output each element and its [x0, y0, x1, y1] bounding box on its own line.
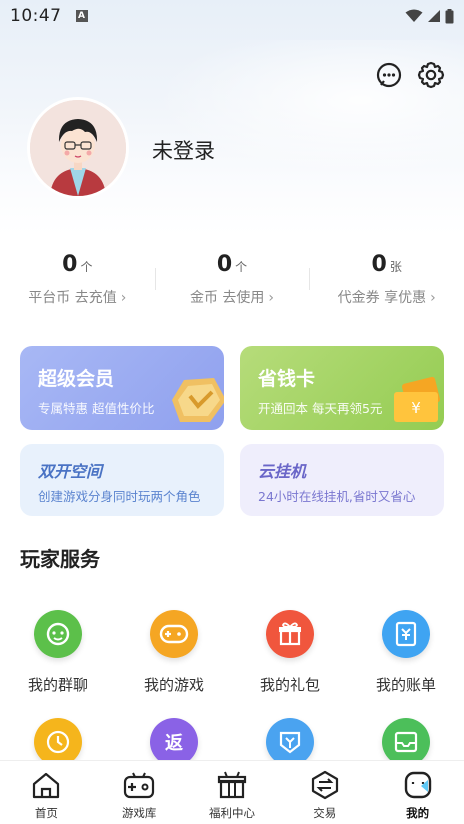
trade-icon — [309, 769, 341, 801]
section-title: 玩家服务 — [20, 547, 100, 571]
stat-label: 平台币 去充值 — [28, 290, 117, 306]
stat-unit: 张 — [389, 260, 402, 274]
card-title: 省钱卡 — [258, 368, 316, 390]
rebate-label: 返 — [165, 733, 183, 754]
service-item-rebate[interactable]: 返 — [116, 718, 232, 766]
rebate-icon: 返 — [150, 718, 198, 766]
nav-trade[interactable]: 交易 — [278, 761, 371, 824]
settings-gear-icon[interactable] — [416, 60, 446, 90]
stat-platform-coin[interactable]: 0个 平台币 去充值 › — [0, 252, 155, 316]
card-subtitle: 24小时在线挂机,省时又省心 — [258, 489, 416, 504]
username[interactable]: 未登录 — [152, 135, 215, 165]
stat-value: 0 — [62, 252, 78, 277]
card-subtitle: 专属特惠 超值性价比 — [38, 401, 155, 416]
service-my-group-chat[interactable]: 我的群聊 — [0, 610, 116, 695]
chevron-right-icon: › — [120, 290, 127, 306]
nav-label: 福利中心 — [208, 806, 255, 820]
stat-voucher[interactable]: 0张 代金券 享优惠 › — [309, 252, 464, 316]
stats-row: 0个 平台币 去充值 › 0个 金币 去使用 › 0张 代金券 享优惠 › — [0, 252, 464, 316]
nav-label: 交易 — [313, 806, 337, 820]
card-title: 云挂机 — [258, 462, 307, 481]
gift-icon — [266, 610, 314, 658]
home-icon — [30, 769, 62, 801]
nav-mine[interactable]: 我的 — [371, 761, 464, 824]
card-title: 双开空间 — [38, 462, 103, 481]
nav-label: 首页 — [34, 806, 58, 820]
money-saving-card[interactable]: 省钱卡 开通回本 每天再领5元 ¥ — [240, 346, 444, 430]
service-label: 我的账单 — [375, 676, 436, 694]
stat-value: 0 — [371, 252, 387, 277]
chevron-right-icon: › — [430, 290, 436, 306]
stat-unit: 个 — [80, 260, 93, 274]
welfare-gift-icon — [216, 769, 248, 801]
card-title: 超级会员 — [38, 368, 115, 390]
chat-group-icon — [34, 610, 82, 658]
status-time: 10:47 — [10, 6, 62, 26]
card-subtitle: 开通回本 每天再领5元 — [258, 401, 383, 416]
stat-value: 0 — [216, 252, 233, 277]
cloud-hosting-card[interactable]: 云挂机 24小时在线挂机,省时又省心 — [240, 444, 444, 516]
mine-icon — [402, 769, 434, 801]
service-item-7[interactable] — [232, 718, 348, 766]
nav-game-library[interactable]: 游戏库 — [93, 761, 186, 824]
services-row-2: 返 — [0, 718, 464, 766]
coupon-down-icon — [266, 718, 314, 766]
bottom-nav: 首页 游戏库 福利中心 交易 我的 — [0, 760, 464, 824]
svg-text:¥: ¥ — [411, 399, 421, 417]
nav-label: 我的 — [406, 806, 430, 820]
stat-unit: 个 — [235, 260, 248, 274]
service-label: 我的礼包 — [259, 676, 320, 694]
nav-home[interactable]: 首页 — [0, 761, 93, 824]
header-actions — [374, 60, 446, 90]
service-item-8[interactable] — [348, 718, 464, 766]
service-my-games[interactable]: 我的游戏 — [116, 610, 232, 695]
message-icon[interactable] — [374, 60, 404, 90]
nav-welfare-center[interactable]: 福利中心 — [186, 761, 279, 824]
wifi-icon — [405, 9, 423, 22]
vip-badge-icon — [172, 378, 224, 422]
service-label: 我的游戏 — [143, 676, 204, 694]
bill-icon — [382, 610, 430, 658]
service-my-bills[interactable]: 我的账单 — [348, 610, 464, 695]
status-bar: 10:47 A — [0, 0, 464, 32]
nav-label: 游戏库 — [121, 806, 157, 820]
game-library-icon — [123, 769, 155, 801]
stat-label: 金币 去使用 — [189, 290, 265, 306]
clock-icon — [34, 718, 82, 766]
inbox-icon — [382, 718, 430, 766]
signal-icon — [428, 10, 440, 22]
service-item-5[interactable] — [0, 718, 116, 766]
battery-icon — [445, 8, 454, 23]
service-my-gifts[interactable]: 我的礼包 — [232, 610, 348, 695]
service-label: 我的群聊 — [27, 676, 88, 694]
chevron-right-icon: › — [268, 290, 275, 306]
stat-label: 代金券 享优惠 — [337, 290, 427, 306]
gamepad-icon — [150, 610, 198, 658]
avatar[interactable] — [27, 97, 129, 199]
services-row-1: 我的群聊 我的游戏 我的礼包 我的账单 — [0, 610, 464, 695]
coupon-ticket-icon: ¥ — [394, 376, 441, 422]
stat-gold-coin[interactable]: 0个 金币 去使用 › — [154, 252, 310, 316]
dual-space-card[interactable]: 双开空间 创建游戏分身同时玩两个角色 — [20, 444, 224, 516]
status-indicators — [405, 8, 454, 24]
notification-badge: A — [75, 10, 88, 22]
card-subtitle: 创建游戏分身同时玩两个角色 — [38, 489, 201, 504]
super-vip-card[interactable]: 超级会员 专属特惠 超值性价比 — [20, 346, 224, 430]
